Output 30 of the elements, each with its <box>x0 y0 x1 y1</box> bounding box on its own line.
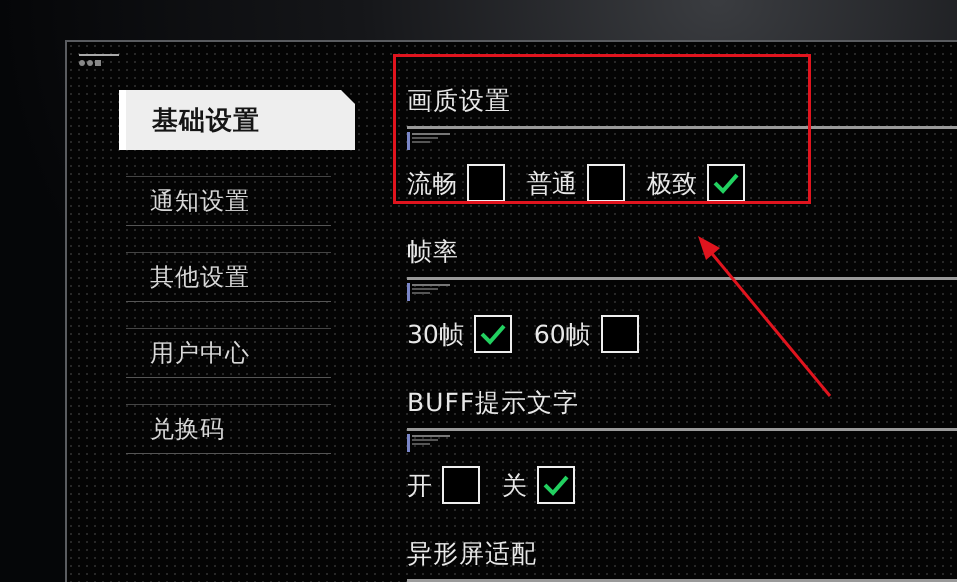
sidebar-tab[interactable]: 用户中心 <box>126 328 331 378</box>
option-label: 开 <box>407 470 432 502</box>
checkmark-icon <box>542 473 570 497</box>
option-label: 60帧 <box>534 318 591 350</box>
option-label: 关 <box>502 470 527 502</box>
decoration-marks-icon <box>407 132 451 150</box>
checkbox[interactable] <box>587 164 625 202</box>
section-title: 异形屏适配 <box>407 538 537 570</box>
logo-icon <box>79 54 119 68</box>
checkbox[interactable] <box>537 466 575 504</box>
sidebar-tab[interactable]: 其他设置 <box>126 252 331 302</box>
decoration-marks-icon <box>407 283 451 301</box>
section-title: 画质设置 <box>407 85 511 117</box>
checkbox[interactable] <box>442 466 480 504</box>
sidebar-tab[interactable]: 基础设置 <box>119 90 355 150</box>
checkbox[interactable] <box>474 315 512 353</box>
checkbox[interactable] <box>707 164 745 202</box>
option-label: 30帧 <box>407 318 464 350</box>
section-title: 帧率 <box>407 236 459 268</box>
checkbox[interactable] <box>600 315 639 353</box>
option-label: 普通 <box>527 168 577 200</box>
option-label: 流畅 <box>407 168 457 200</box>
checkmark-icon <box>478 322 507 346</box>
checkbox[interactable] <box>467 164 505 202</box>
decoration-marks-icon <box>407 434 451 452</box>
option-label: 极致 <box>647 168 697 200</box>
section-title: BUFF提示文字 <box>407 387 580 419</box>
checkmark-icon <box>712 171 740 195</box>
sidebar-tab[interactable]: 兑换码 <box>126 404 331 454</box>
sidebar-tab[interactable]: 通知设置 <box>126 176 331 226</box>
